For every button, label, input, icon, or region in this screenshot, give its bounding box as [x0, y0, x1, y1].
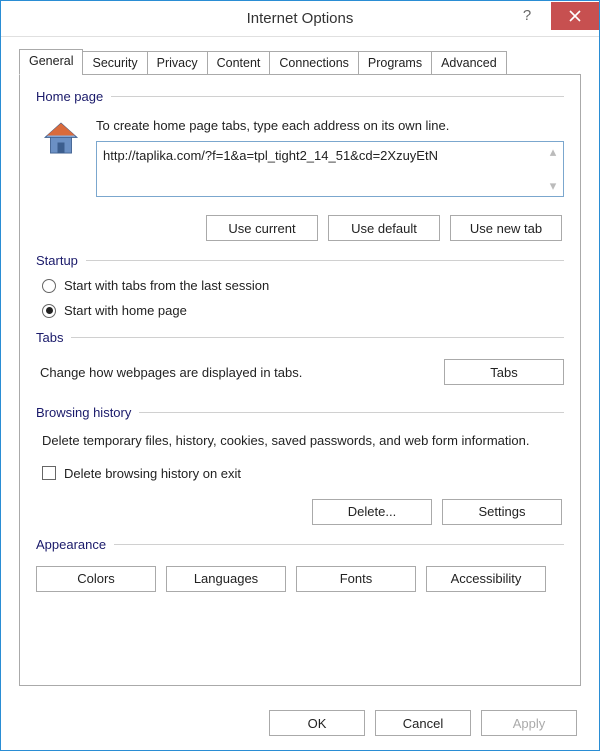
tab-security[interactable]: Security [82, 51, 147, 75]
homepage-group-label: Home page [36, 89, 564, 104]
homepage-url-input[interactable]: http://taplika.com/?f=1&a=tpl_tight2_14_… [96, 141, 564, 197]
use-current-button[interactable]: Use current [206, 215, 318, 241]
history-desc: Delete temporary files, history, cookies… [42, 432, 558, 450]
startup-group-label: Startup [36, 253, 564, 268]
startup-radio-last[interactable]: Start with tabs from the last session [42, 278, 564, 293]
tabs-label-text: Tabs [36, 330, 63, 345]
appearance-group-label: Appearance [36, 537, 564, 552]
history-btn-row: Delete... Settings [36, 499, 564, 525]
tabs-button[interactable]: Tabs [444, 359, 564, 385]
content-area: General Security Privacy Content Connect… [1, 37, 599, 698]
apply-button[interactable]: Apply [481, 710, 577, 736]
homepage-btn-row: Use current Use default Use new tab [36, 215, 564, 241]
tabs-action-row: Change how webpages are displayed in tab… [40, 359, 564, 385]
history-delete-on-exit[interactable]: Delete browsing history on exit [42, 466, 564, 481]
homepage-url-value: http://taplika.com/?f=1&a=tpl_tight2_14_… [103, 148, 557, 163]
use-new-tab-button[interactable]: Use new tab [450, 215, 562, 241]
homepage-row: To create home page tabs, type each addr… [40, 118, 564, 197]
ok-button[interactable]: OK [269, 710, 365, 736]
accessibility-button[interactable]: Accessibility [426, 566, 546, 592]
tab-programs[interactable]: Programs [358, 51, 432, 75]
tabs-desc: Change how webpages are displayed in tab… [40, 365, 444, 380]
startup-radio-home-label: Start with home page [64, 303, 187, 318]
appearance-row: Colors Languages Fonts Accessibility [36, 566, 564, 592]
dialog-button-row: OK Cancel Apply [1, 698, 599, 750]
tab-connections[interactable]: Connections [269, 51, 359, 75]
tab-general[interactable]: General [19, 49, 83, 75]
help-button[interactable]: ? [503, 2, 551, 30]
tab-strip: General Security Privacy Content Connect… [19, 51, 581, 75]
tab-content[interactable]: Content [207, 51, 271, 75]
home-icon [40, 118, 82, 160]
languages-button[interactable]: Languages [166, 566, 286, 592]
checkbox-icon [42, 466, 56, 480]
history-checkbox-label: Delete browsing history on exit [64, 466, 241, 481]
startup-label-text: Startup [36, 253, 78, 268]
homepage-text-col: To create home page tabs, type each addr… [96, 118, 564, 197]
delete-button[interactable]: Delete... [312, 499, 432, 525]
history-label-text: Browsing history [36, 405, 131, 420]
close-button[interactable] [551, 2, 599, 30]
internet-options-dialog: Internet Options ? General Security Priv… [0, 0, 600, 751]
settings-button[interactable]: Settings [442, 499, 562, 525]
tabs-group-label: Tabs [36, 330, 564, 345]
homepage-label-text: Home page [36, 89, 103, 104]
dialog-title: Internet Options [97, 10, 503, 27]
fonts-button[interactable]: Fonts [296, 566, 416, 592]
tab-advanced[interactable]: Advanced [431, 51, 507, 75]
startup-radio-home[interactable]: Start with home page [42, 303, 564, 318]
appearance-label-text: Appearance [36, 537, 106, 552]
titlebar: Internet Options ? [1, 1, 599, 37]
homepage-desc: To create home page tabs, type each addr… [96, 118, 564, 133]
startup-radio-last-label: Start with tabs from the last session [64, 278, 269, 293]
cancel-button[interactable]: Cancel [375, 710, 471, 736]
general-panel: Home page To create home page tabs, type… [19, 74, 581, 686]
tab-privacy[interactable]: Privacy [147, 51, 208, 75]
history-group-label: Browsing history [36, 405, 564, 420]
radio-icon-selected [42, 304, 56, 318]
radio-icon [42, 279, 56, 293]
close-icon [569, 10, 581, 22]
use-default-button[interactable]: Use default [328, 215, 440, 241]
scrollbar-ghost: ▴▾ [545, 144, 561, 194]
colors-button[interactable]: Colors [36, 566, 156, 592]
